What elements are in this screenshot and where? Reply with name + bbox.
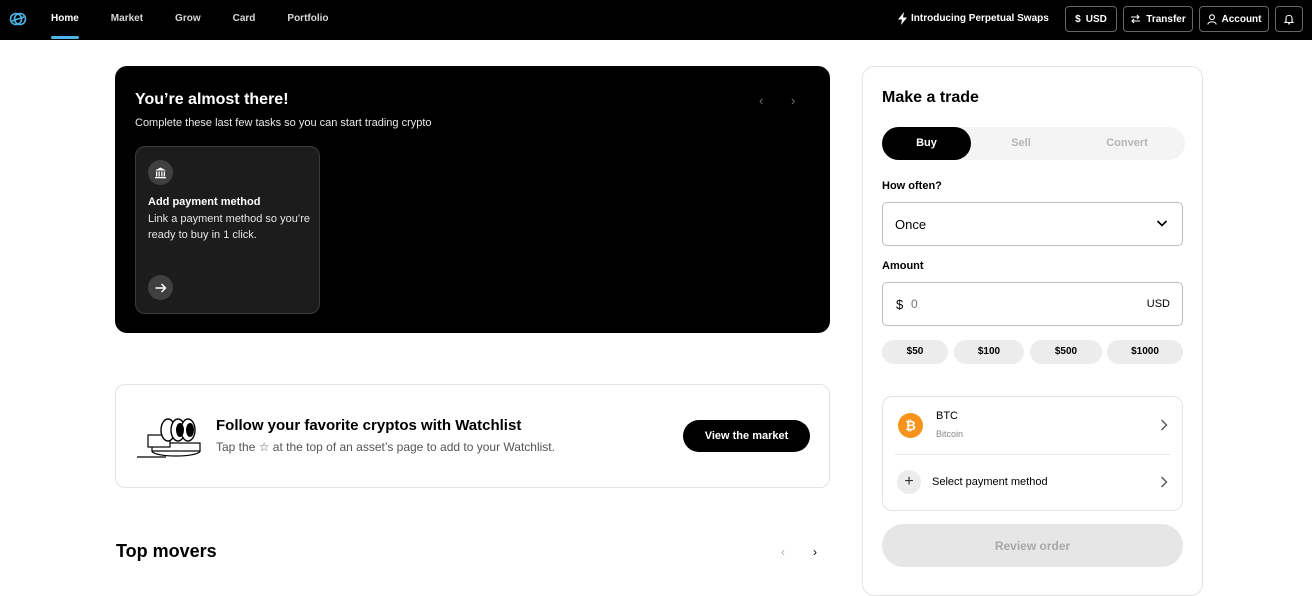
user-icon (1206, 13, 1217, 25)
asset-selector-row[interactable]: ₿ BTC Bitcoin (883, 397, 1182, 454)
order-details-box: ₿ BTC Bitcoin + Select payment method (882, 396, 1183, 511)
top-movers-title: Top movers (116, 541, 217, 561)
nav-market[interactable]: Market (111, 0, 143, 40)
main-nav: Home Market Grow Card Portfolio (51, 0, 361, 40)
asset-name: Bitcoin (936, 429, 964, 439)
amount-input[interactable] (911, 294, 1111, 314)
watchlist-title: Follow your favorite cryptos with Watchl… (216, 417, 522, 434)
coins-stack-illustration (137, 418, 201, 458)
quick-amount-500[interactable]: $500 (1030, 340, 1102, 364)
transfer-icon (1131, 14, 1141, 24)
frequency-select[interactable]: Once (882, 202, 1183, 246)
nav-card[interactable]: Card (233, 0, 256, 40)
onboarding-title: You’re almost there! (135, 91, 289, 108)
promo-link[interactable]: Introducing Perpetual Swaps (898, 12, 1049, 25)
top-nav-bar: Home Market Grow Card Portfolio Introduc… (0, 0, 1312, 40)
plus-icon: + (897, 470, 921, 494)
nav-home[interactable]: Home (51, 0, 79, 40)
watchlist-subtitle: Tap the ☆ at the top of an asset’s page … (216, 440, 555, 454)
next-arrow-icon[interactable]: › (791, 93, 795, 108)
currency-button[interactable]: $ USD (1065, 6, 1117, 32)
chevron-right-icon (1161, 476, 1168, 488)
payment-method-row[interactable]: + Select payment method (883, 455, 1182, 511)
account-button[interactable]: Account (1199, 6, 1269, 32)
quick-amount-1000[interactable]: $1000 (1107, 340, 1183, 364)
transfer-label: Transfer (1146, 13, 1186, 25)
tab-sell[interactable]: Sell (976, 127, 1066, 160)
frequency-label: How often? (882, 180, 942, 192)
amount-label: Amount (882, 260, 924, 272)
asset-symbol: BTC (936, 410, 958, 422)
onboarding-card: You’re almost there! Complete these last… (115, 66, 830, 333)
amount-currency-code: USD (1146, 298, 1170, 310)
amount-currency-symbol: $ (896, 297, 904, 312)
add-payment-task-card[interactable]: Add payment method Link a payment method… (135, 146, 320, 314)
dollar-icon: $ (1075, 13, 1081, 25)
watchlist-card: Follow your favorite cryptos with Watchl… (115, 384, 830, 488)
promo-label: Introducing Perpetual Swaps (911, 13, 1049, 24)
account-label: Account (1221, 13, 1262, 25)
nav-grow[interactable]: Grow (175, 0, 201, 40)
tab-buy[interactable]: Buy (882, 127, 971, 160)
notifications-button[interactable] (1275, 6, 1303, 32)
task-description: Link a payment method so you’re ready to… (148, 213, 311, 241)
frequency-value: Once (895, 217, 927, 232)
bell-icon (1284, 14, 1294, 25)
movers-next-arrow-icon[interactable]: › (813, 545, 817, 559)
bank-icon (148, 160, 173, 185)
payment-method-label: Select payment method (932, 476, 1048, 488)
amount-field[interactable]: $ USD (882, 282, 1183, 326)
lightning-icon (898, 12, 907, 25)
review-order-button[interactable]: Review order (882, 524, 1183, 567)
transfer-button[interactable]: Transfer (1123, 6, 1193, 32)
bitcoin-icon: ₿ (898, 413, 923, 438)
chevron-right-icon (1161, 419, 1168, 431)
trade-type-tabs: Buy Sell Convert (882, 127, 1185, 160)
chevron-down-icon (1156, 220, 1168, 227)
logo-icon[interactable] (9, 10, 27, 28)
quick-amount-100[interactable]: $100 (954, 340, 1024, 364)
arrow-right-icon[interactable] (148, 275, 173, 300)
onboarding-subtitle: Complete these last few tasks so you can… (135, 117, 432, 129)
view-the-market-button[interactable]: View the market (683, 420, 810, 452)
nav-portfolio[interactable]: Portfolio (287, 0, 328, 40)
quick-amount-50[interactable]: $50 (882, 340, 948, 364)
movers-prev-arrow-icon[interactable]: ‹ (781, 545, 785, 559)
prev-arrow-icon[interactable]: ‹ (759, 93, 763, 108)
trade-title: Make a trade (882, 89, 979, 106)
trade-panel: Make a trade Buy Sell Convert How often?… (862, 66, 1203, 596)
task-title: Add payment method (148, 196, 261, 208)
tab-convert[interactable]: Convert (1078, 127, 1176, 160)
currency-label: USD (1085, 13, 1107, 25)
